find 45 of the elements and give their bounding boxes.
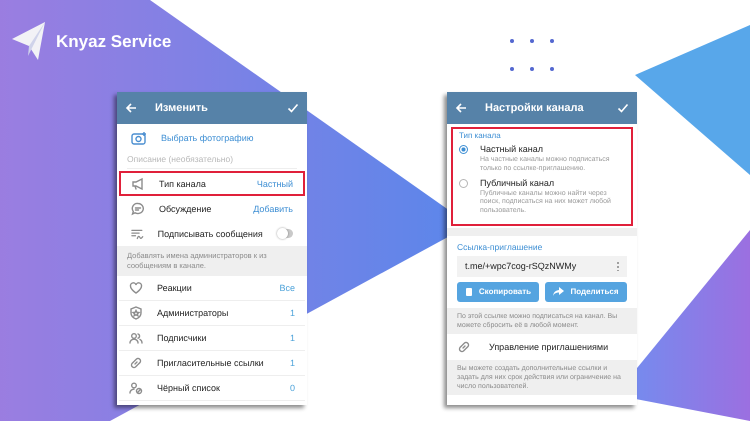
option-label[interactable]: Публичный канал (480, 178, 625, 188)
checkmark-icon[interactable] (617, 102, 629, 114)
toggle-switch[interactable] (276, 229, 293, 238)
row-value: Частный (256, 178, 293, 188)
row-value: 1 (290, 308, 295, 318)
setting-label[interactable]: Чёрный список (157, 382, 276, 392)
setting-label[interactable]: Пригласительные ссылки (157, 358, 276, 368)
setting-label[interactable]: Администраторы (157, 308, 276, 318)
setting-label[interactable]: Подписывать сообщения (158, 228, 263, 238)
paper-plane-logo-icon (12, 22, 46, 62)
camera-icon (131, 131, 147, 145)
radio-button[interactable] (459, 145, 468, 154)
row-value: 0 (290, 382, 295, 392)
option-label[interactable]: Частный канал (480, 144, 625, 154)
link-icon (457, 340, 471, 354)
setting-label[interactable]: Обсуждение (159, 204, 240, 214)
chat-bubble-icon (131, 202, 145, 216)
people-icon (129, 330, 143, 344)
dots-drawing (510, 39, 554, 71)
radio-button[interactable] (459, 178, 468, 188)
row-value: 1 (290, 332, 295, 342)
screen-title: Изменить (155, 102, 209, 114)
megaphone-icon (131, 176, 145, 190)
shield-star-icon (129, 306, 143, 320)
back-arrow-icon[interactable] (455, 102, 467, 114)
checkmark-icon[interactable] (287, 102, 299, 114)
row-value: Все (279, 282, 295, 292)
heart-icon (129, 280, 143, 294)
link-icon (129, 356, 143, 370)
manage-invites-link[interactable]: Управление приглашениями (489, 342, 608, 352)
back-arrow-icon[interactable] (125, 102, 137, 114)
row-value: Добавить (253, 204, 293, 214)
setting-label[interactable]: Тип канала (159, 178, 243, 188)
row-value: 1 (290, 358, 295, 368)
share-arrow-icon (553, 287, 564, 296)
brand-name: Knyaz Service (56, 32, 172, 52)
screen-title: Настройки канала (485, 102, 585, 114)
invite-link-field[interactable]: t.me/+wpc7cog-rSQzNWMy (457, 256, 627, 277)
setting-label[interactable]: Реакции (157, 282, 266, 292)
choose-photo-link[interactable]: Выбрать фотографию (161, 133, 293, 143)
setting-label[interactable]: Подписчики (157, 332, 276, 342)
section-header: Ссылка-приглашение (456, 240, 544, 254)
copy-icon (464, 286, 473, 297)
person-blocked-icon (129, 380, 143, 394)
section-header: Тип канала (459, 131, 502, 140)
